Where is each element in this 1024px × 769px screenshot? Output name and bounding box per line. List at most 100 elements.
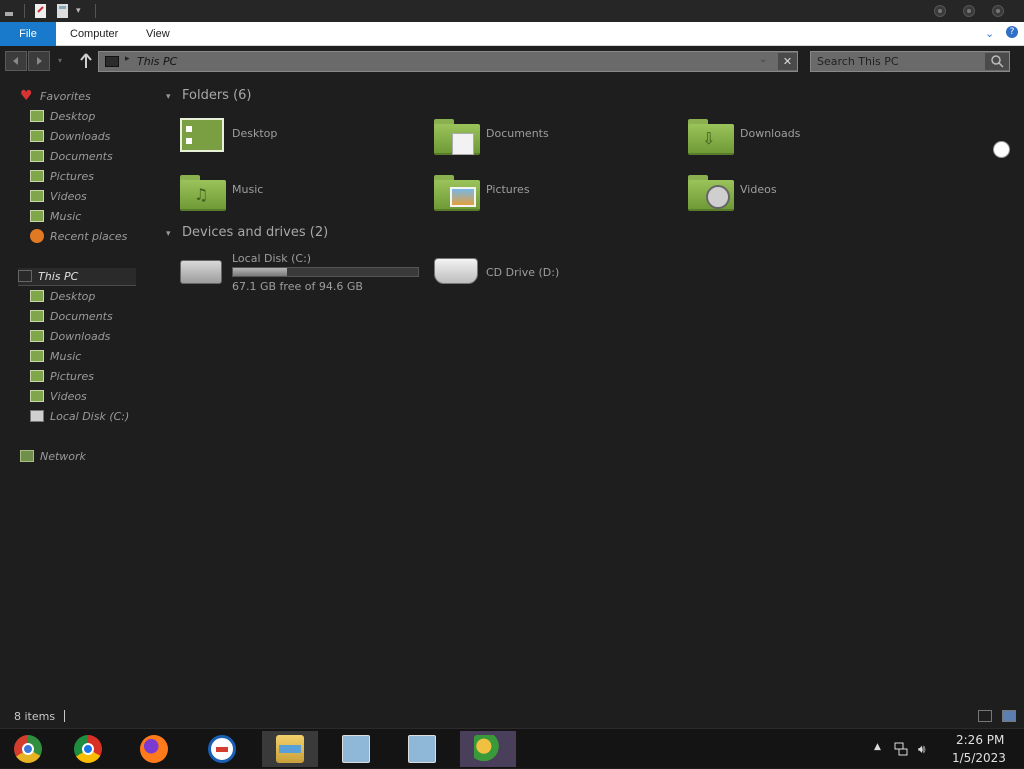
taskbar-chromium[interactable] [0,731,56,767]
search-input[interactable] [813,53,983,70]
pictures-folder-icon [434,175,480,211]
folder-videos[interactable]: Videos [688,171,928,215]
sidebar-item-recent-places[interactable]: Recent places [30,228,150,246]
back-button[interactable] [5,51,27,71]
customize-toolbar-icon[interactable]: ▾ [76,3,86,19]
details-view-icon[interactable] [978,710,992,722]
sidebar-item-documents[interactable]: Documents [30,148,140,166]
taskbar-opera[interactable] [194,731,250,767]
pictures-icon [30,370,44,382]
navigation-bar: ▾ ▸ This PC ⌄ ✕ [0,46,1024,78]
chromium-icon [14,735,42,763]
system-menu-icon[interactable] [4,3,14,19]
sidebar-item-videos[interactable]: Videos [30,188,140,206]
address-dropdown-icon[interactable]: ⌄ [759,54,767,65]
installer-icon [342,735,370,763]
drive-local-disk-c[interactable]: Local Disk (C:) 67.1 GB free of 94.6 GB [180,252,420,296]
clear-address-button[interactable]: ✕ [778,53,797,70]
new-folder-icon[interactable] [56,3,70,19]
recent-locations-icon[interactable]: ▾ [58,56,62,65]
large-icons-view-icon[interactable] [1002,710,1016,722]
clock-time[interactable]: 2:26 PM [956,733,1004,747]
taskbar-installer-1[interactable] [328,731,384,767]
sidebar-item-music[interactable]: Music [30,348,140,366]
videos-icon [30,390,44,402]
forward-button[interactable] [28,51,50,71]
minimize-button[interactable] [934,5,946,17]
sidebar-network[interactable]: Network [20,448,140,466]
disk-usage-bar [232,267,419,277]
show-hidden-icons-icon[interactable]: ▲ [874,742,881,752]
folder-desktop[interactable]: Desktop [180,115,420,159]
tab-file[interactable]: File [0,22,56,46]
sidebar-item-documents[interactable]: Documents [30,308,140,326]
breadcrumb-separator-icon[interactable]: ▸ [125,54,130,64]
up-button[interactable] [79,52,93,70]
search-button[interactable] [985,53,1009,70]
sidebar-item-downloads[interactable]: Downloads [30,328,140,346]
address-bar[interactable]: ▸ This PC ⌄ ✕ [98,51,798,72]
music-icon [30,210,44,222]
search-box[interactable] [810,51,1010,72]
devices-group-header[interactable]: ▾ Devices and drives (2) [166,225,328,240]
maximize-button[interactable] [963,5,975,17]
users-app-icon [474,735,502,763]
taskbar-installer-2[interactable] [394,731,450,767]
desktop-icon [30,110,44,122]
folder-pictures[interactable]: Pictures [434,171,674,215]
desktop-icon [30,290,44,302]
sidebar-item-pictures[interactable]: Pictures [30,168,140,186]
sidebar-item-videos[interactable]: Videos [30,388,140,406]
downloads-folder-icon: ⇩ [688,119,734,155]
sidebar-item-downloads[interactable]: Downloads [30,128,140,146]
tab-view[interactable]: View [146,22,170,46]
help-icon[interactable]: ? [1006,26,1018,38]
drive-cd-d[interactable]: CD Drive (D:) [434,252,674,296]
breadcrumb-this-pc[interactable]: This PC [137,55,177,68]
sidebar-item-local-disk[interactable]: Local Disk (C:) [30,408,150,426]
videos-icon [30,190,44,202]
installer-icon [408,735,436,763]
chrome-icon [74,735,102,763]
folder-downloads[interactable]: ⇩ Downloads [688,115,928,159]
desktop-folder-icon [180,118,224,152]
sidebar-item-music[interactable]: Music [30,208,140,226]
sidebar-this-pc[interactable]: This PC [18,268,136,286]
forward-arrow-icon [37,57,42,65]
ribbon-tabs: File Computer View ⌄ ? [0,22,1024,46]
expand-ribbon-icon[interactable]: ⌄ [985,27,994,40]
volume-icon[interactable]: 🔊︎ [918,742,926,757]
taskbar-file-explorer[interactable] [262,731,318,767]
taskbar-chrome[interactable] [60,731,116,767]
pictures-icon [30,170,44,182]
this-pc-icon [105,56,119,67]
recent-places-icon [30,229,44,243]
favorites-heart-icon: ♥ [20,88,33,104]
search-icon [991,55,1004,68]
close-button[interactable] [992,5,1004,17]
disk-usage-fill [233,268,287,276]
folder-documents[interactable]: Documents [434,115,674,159]
sidebar-favorites[interactable]: ♥ Favorites [20,88,140,106]
documents-icon [30,150,44,162]
sidebar-item-desktop[interactable]: Desktop [30,288,140,306]
properties-icon[interactable] [34,3,48,19]
file-explorer-window: ▾ File Computer View ⌄ ? ▾ ▸ This PC ⌄ ✕ [0,0,1024,728]
navigation-pane: ♥ Favorites Desktop Downloads Documents … [0,78,160,708]
sidebar-item-desktop[interactable]: Desktop [30,108,140,126]
taskbar-users-app[interactable] [460,731,516,767]
status-bar: 8 items [0,708,1024,728]
folders-group-header[interactable]: ▾ Folders (6) [166,88,252,103]
back-arrow-icon [13,57,18,65]
hard-drive-icon [180,260,222,284]
clock-date[interactable]: 1/5/2023 [952,751,1006,765]
collapse-chevron-icon: ▾ [166,229,171,239]
folder-music[interactable]: ♫ Music [180,171,420,215]
this-pc-icon [18,270,32,282]
network-status-icon[interactable] [894,742,908,759]
tab-computer[interactable]: Computer [70,22,118,46]
file-explorer-icon [276,735,304,763]
taskbar-firefox[interactable] [126,731,182,767]
music-folder-icon: ♫ [180,175,226,211]
sidebar-item-pictures[interactable]: Pictures [30,368,140,386]
